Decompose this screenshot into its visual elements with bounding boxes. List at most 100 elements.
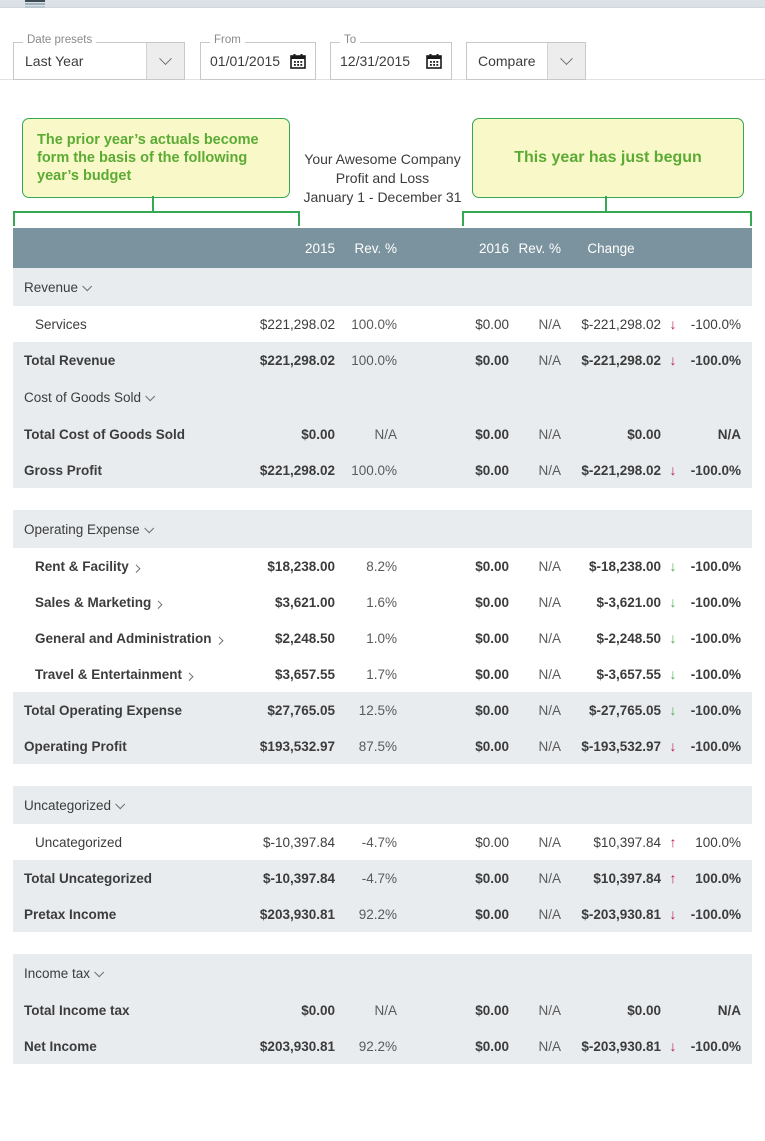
chevron-right-icon[interactable] — [132, 564, 140, 572]
table-row: Net Income$203,930.8192.2%$0.00N/A$-203,… — [13, 1028, 752, 1064]
table-row: Total Income tax$0.00N/A$0.00N/A$0.00N/A — [13, 992, 752, 1028]
cell-change-value: $0.00 — [561, 427, 661, 442]
row-label[interactable]: Revenue — [13, 280, 245, 295]
table-row: Gross Profit$221,298.02100.0%$0.00N/A$-2… — [13, 452, 752, 488]
arrow-down-icon: ↓ — [661, 703, 685, 718]
arrow-down-icon: ↓ — [661, 907, 685, 922]
section-header-row[interactable]: Operating Expense — [13, 510, 752, 548]
row-label[interactable]: Travel & Entertainment — [13, 667, 245, 682]
cell-value-2016: $0.00 — [397, 1039, 509, 1054]
cell-rev-pct-2016: N/A — [509, 427, 561, 442]
cell-value-2015: $18,238.00 — [245, 559, 335, 574]
cell-rev-pct-2016: N/A — [509, 667, 561, 682]
cell-change-value: $-3,657.55 — [561, 667, 661, 682]
cell-rev-pct-2016: N/A — [509, 463, 561, 478]
table-row: Total Uncategorized$-10,397.84-4.7%$0.00… — [13, 860, 752, 896]
cell-value-2016: $0.00 — [397, 427, 509, 442]
cell-change-pct: -100.0% — [685, 463, 752, 478]
cell-value-2015: $203,930.81 — [245, 1039, 335, 1054]
to-date-field[interactable]: To 12/31/2015 — [330, 42, 452, 80]
cell-change-value: $10,397.84 — [561, 871, 661, 886]
profit-and-loss-table: 2015 Rev. % 2016 Rev. % Change RevenueSe… — [13, 228, 752, 1064]
calendar-icon[interactable] — [290, 53, 306, 69]
chevron-right-icon[interactable] — [215, 636, 223, 644]
cell-change-value: $10,397.84 — [561, 835, 661, 850]
cell-change-pct: -100.0% — [685, 703, 752, 718]
cell-rev-pct-2015: N/A — [335, 427, 397, 442]
row-label[interactable]: Income tax — [13, 966, 245, 981]
cell-change-pct: N/A — [685, 427, 752, 442]
chevron-down-icon[interactable] — [82, 281, 92, 291]
cell-value-2015: $3,657.55 — [245, 667, 335, 682]
arrow-down-icon: ↓ — [661, 667, 685, 682]
col-rev-pct-2015: Rev. % — [335, 241, 397, 256]
section-header-row[interactable]: Revenue — [13, 268, 752, 306]
cell-rev-pct-2015: -4.7% — [335, 835, 397, 850]
chevron-down-icon[interactable] — [144, 523, 154, 533]
cell-change-value: $-3,621.00 — [561, 595, 661, 610]
from-date-label: From — [210, 34, 245, 46]
cell-value-2016: $0.00 — [397, 317, 509, 332]
section-gap — [13, 932, 752, 954]
cell-value-2016: $0.00 — [397, 739, 509, 754]
cell-rev-pct-2015: 100.0% — [335, 353, 397, 368]
chevron-down-icon[interactable] — [146, 43, 184, 79]
date-presets-select[interactable]: Date presets Last Year — [13, 42, 185, 80]
cell-rev-pct-2016: N/A — [509, 703, 561, 718]
chevron-right-icon[interactable] — [185, 672, 193, 680]
table-row: Total Cost of Goods Sold$0.00N/A$0.00N/A… — [13, 416, 752, 452]
row-label[interactable]: Uncategorized — [13, 798, 245, 813]
cell-rev-pct-2016: N/A — [509, 871, 561, 886]
row-label[interactable]: Sales & Marketing — [13, 595, 245, 610]
report-title: Your Awesome Company Profit and Loss Jan… — [300, 150, 465, 207]
section-gap — [13, 764, 752, 786]
chevron-right-icon[interactable] — [154, 600, 162, 608]
menu-icon[interactable] — [25, 0, 45, 6]
cell-change-value: $-203,930.81 — [561, 907, 661, 922]
row-label[interactable]: Operating Expense — [13, 522, 245, 537]
cell-value-2015: $3,621.00 — [245, 595, 335, 610]
cell-rev-pct-2015: 92.2% — [335, 907, 397, 922]
section-income-tax: Income tax Total Income tax$0.00N/A$0.00N… — [13, 954, 752, 1064]
report-company: Your Awesome Company — [300, 150, 465, 169]
compare-select[interactable]: Compare — [466, 42, 586, 80]
table-row: Uncategorized$-10,397.84-4.7%$0.00N/A$10… — [13, 824, 752, 860]
cell-rev-pct-2016: N/A — [509, 1039, 561, 1054]
arrow-down-icon: ↓ — [661, 317, 685, 332]
callout-current-year: This year has just begun — [472, 118, 744, 198]
chevron-down-icon[interactable] — [94, 967, 104, 977]
cell-value-2015: $27,765.05 — [245, 703, 335, 718]
to-date-label: To — [340, 34, 360, 46]
row-label[interactable]: Cost of Goods Sold — [13, 390, 245, 405]
cell-value-2016: $0.00 — [397, 559, 509, 574]
cell-change-pct: 100.0% — [685, 835, 752, 850]
cell-rev-pct-2015: 1.6% — [335, 595, 397, 610]
cell-rev-pct-2016: N/A — [509, 353, 561, 368]
cell-value-2016: $0.00 — [397, 631, 509, 646]
cell-value-2015: $0.00 — [245, 1003, 335, 1018]
row-label[interactable]: General and Administration — [13, 631, 245, 646]
chevron-down-icon[interactable] — [547, 43, 585, 79]
calendar-icon[interactable] — [426, 53, 442, 69]
cell-rev-pct-2016: N/A — [509, 317, 561, 332]
chevron-down-icon[interactable] — [145, 391, 155, 401]
section-header-row[interactable]: Uncategorized — [13, 786, 752, 824]
cell-change-pct: -100.0% — [685, 353, 752, 368]
row-label: Net Income — [13, 1039, 245, 1054]
date-presets-label: Date presets — [23, 34, 96, 46]
callout-prior-year: The prior year’s actuals become form the… — [22, 118, 290, 198]
row-label: Uncategorized — [13, 835, 245, 850]
section-header-row[interactable]: Cost of Goods Sold — [13, 378, 752, 416]
section-header-row[interactable]: Income tax — [13, 954, 752, 992]
cell-rev-pct-2015: 1.0% — [335, 631, 397, 646]
chevron-down-icon[interactable] — [115, 799, 125, 809]
from-date-field[interactable]: From 01/01/2015 — [200, 42, 316, 80]
arrow-up-icon: ↑ — [661, 835, 685, 850]
cell-change-pct: -100.0% — [685, 317, 752, 332]
cell-rev-pct-2016: N/A — [509, 559, 561, 574]
section-revenue: RevenueServices$221,298.02100.0%$0.00N/A… — [13, 268, 752, 488]
section-operating-expense: Operating Expense Rent & Facility$18,238.… — [13, 510, 752, 764]
arrow-down-icon: ↓ — [661, 559, 685, 574]
table-row: Travel & Entertainment$3,657.551.7%$0.00… — [13, 656, 752, 692]
row-label[interactable]: Rent & Facility — [13, 559, 245, 574]
